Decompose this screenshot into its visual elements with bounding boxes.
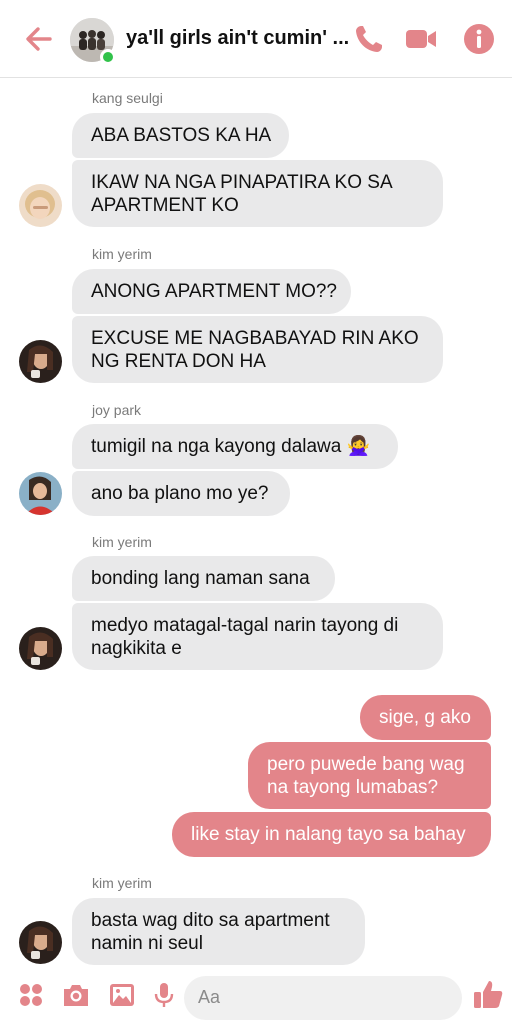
avatar[interactable] bbox=[19, 472, 62, 515]
message-text: NG RENTA DON HA bbox=[91, 351, 266, 372]
message-text: ano ba plano mo ye? bbox=[91, 483, 269, 504]
message-input[interactable] bbox=[184, 976, 462, 1020]
chat-header: ya'll girls ain't cumin' ... bbox=[0, 0, 512, 78]
message-bubble[interactable]: IKAW NA NGA PINAPATIRA KO SA APARTMENT K… bbox=[72, 160, 443, 227]
sender-name: kim yerim bbox=[92, 534, 152, 550]
message-bubble[interactable]: bonding lang naman sana bbox=[72, 556, 335, 601]
avatar[interactable] bbox=[19, 340, 62, 383]
video-camera-icon[interactable] bbox=[404, 22, 438, 56]
microphone-icon[interactable] bbox=[149, 980, 179, 1010]
avatar[interactable] bbox=[19, 921, 62, 964]
message-bubble[interactable]: ABA BASTOS KA HA bbox=[72, 113, 289, 158]
chat-title[interactable]: ya'll girls ain't cumin' ... bbox=[126, 27, 349, 50]
message-text: nagkikita e bbox=[91, 638, 182, 659]
message-text: pero puwede bang wag bbox=[267, 754, 465, 775]
image-icon[interactable] bbox=[107, 980, 137, 1010]
avatar[interactable] bbox=[19, 627, 62, 670]
my-message-bubble[interactable]: like stay in nalang tayo sa bahay bbox=[172, 812, 491, 857]
message-text: ABA BASTOS KA HA bbox=[91, 125, 272, 146]
message-text: APARTMENT KO bbox=[91, 195, 239, 216]
message-text: like stay in nalang tayo sa bahay bbox=[191, 824, 466, 845]
sender-name: kang seulgi bbox=[92, 90, 163, 106]
message-bubble[interactable]: ano ba plano mo ye? bbox=[72, 471, 290, 516]
online-status-dot bbox=[100, 49, 116, 65]
sender-name: kim yerim bbox=[92, 875, 152, 891]
sender-name: joy park bbox=[92, 402, 142, 418]
thumbs-up-icon[interactable] bbox=[472, 978, 504, 1010]
message-text: medyo matagal-tagal narin tayong di bbox=[91, 615, 399, 636]
message-text: EXCUSE ME NAGBABAYAD RIN AKO bbox=[91, 328, 419, 349]
message-bubble[interactable]: tumigil na nga kayong dalawa 🙅‍♀️ bbox=[72, 424, 398, 469]
message-text: IKAW NA NGA PINAPATIRA KO SA bbox=[91, 172, 393, 193]
message-bubble[interactable]: ANONG APARTMENT MO?? bbox=[72, 269, 351, 314]
messenger-chat-screen: { "header": { "title": "ya'll girls ain'… bbox=[0, 0, 512, 1024]
info-icon[interactable] bbox=[462, 22, 496, 56]
woman-gesturing-no-emoji: 🙅‍♀️ bbox=[346, 436, 371, 457]
arrow-left-icon[interactable] bbox=[22, 22, 56, 56]
my-message-bubble[interactable]: pero puwede bang wag na tayong lumabas? bbox=[248, 742, 491, 809]
message-text: namin ni seul bbox=[91, 933, 203, 954]
phone-icon[interactable] bbox=[352, 22, 386, 56]
sender-name: kim yerim bbox=[92, 246, 152, 262]
message-text: na tayong lumabas? bbox=[267, 777, 439, 798]
camera-icon[interactable] bbox=[61, 980, 91, 1010]
message-text: ANONG APARTMENT MO?? bbox=[91, 281, 337, 302]
message-text: bonding lang naman sana bbox=[91, 568, 310, 589]
message-text: basta wag dito sa apartment bbox=[91, 910, 330, 931]
message-bubble[interactable]: medyo matagal-tagal narin tayong di nagk… bbox=[72, 603, 443, 670]
avatar[interactable] bbox=[19, 184, 62, 227]
apps-icon[interactable] bbox=[16, 980, 46, 1010]
message-input-placeholder: Aa bbox=[198, 987, 221, 1007]
my-message-bubble[interactable]: sige, g ako bbox=[360, 695, 491, 740]
message-text: tumigil na nga kayong dalawa bbox=[91, 436, 342, 457]
message-text: sige, g ako bbox=[379, 707, 471, 728]
message-bubble[interactable]: EXCUSE ME NAGBABAYAD RIN AKO NG RENTA DO… bbox=[72, 316, 443, 383]
message-bubble[interactable]: basta wag dito sa apartment namin ni seu… bbox=[72, 898, 365, 965]
